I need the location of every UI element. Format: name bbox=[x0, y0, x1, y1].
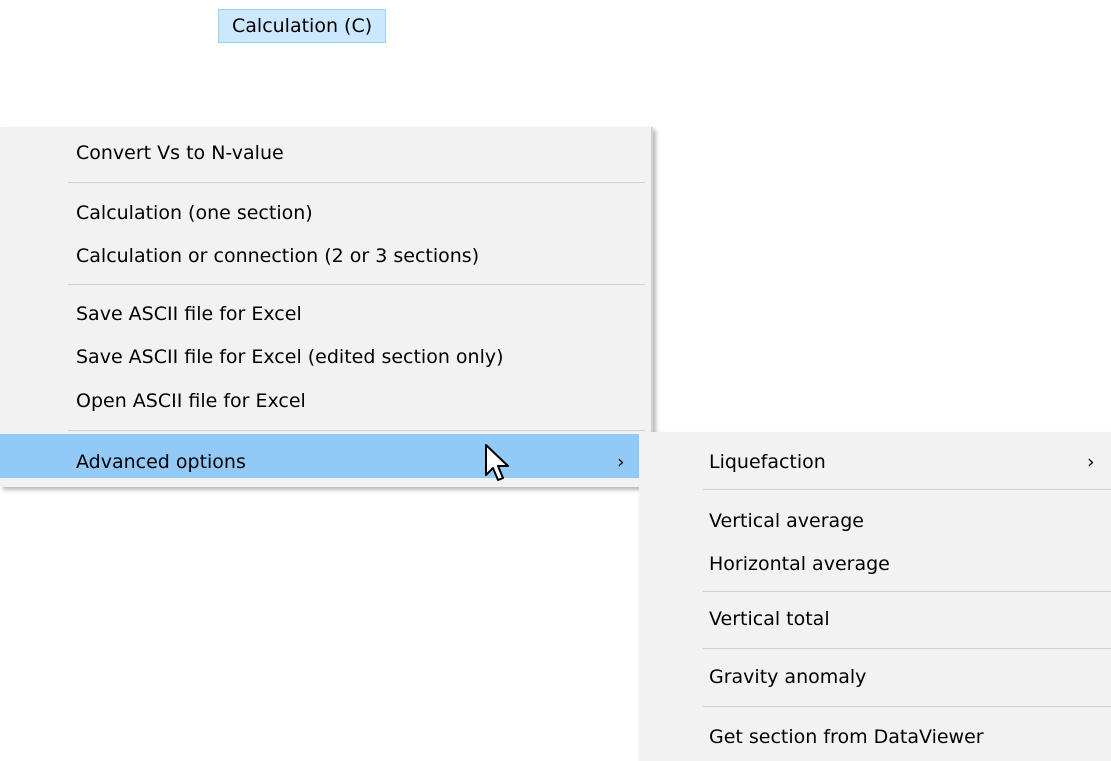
menu-item-calculation-or-connection[interactable]: Calculation or connection (2 or 3 sectio… bbox=[0, 239, 651, 273]
menu-item-label: Gravity anomaly bbox=[709, 666, 867, 688]
calculation-dropdown-menu: Convert Vs to N-value Calculation (one s… bbox=[0, 127, 653, 487]
menu-item-label: Calculation or connection (2 or 3 sectio… bbox=[76, 245, 480, 267]
menu-item-label: Advanced options bbox=[76, 451, 246, 473]
menu-item-vertical-total[interactable]: Vertical total bbox=[639, 602, 1111, 636]
menu-separator bbox=[703, 489, 1111, 490]
chevron-right-icon: › bbox=[1087, 451, 1095, 473]
menu-item-save-ascii-file[interactable]: Save ASCII file for Excel bbox=[0, 297, 651, 331]
menu-item-gravity-anomaly[interactable]: Gravity anomaly bbox=[639, 660, 1111, 694]
chevron-right-icon: › bbox=[617, 451, 625, 473]
menu-separator bbox=[703, 648, 1111, 649]
menu-item-horizontal-average[interactable]: Horizontal average bbox=[639, 547, 1111, 581]
menu-separator bbox=[703, 706, 1111, 707]
menu-item-label: Save ASCII file for Excel bbox=[76, 303, 302, 325]
menu-item-label: Convert Vs to N-value bbox=[76, 142, 284, 164]
menu-separator bbox=[68, 430, 645, 431]
menu-item-liquefaction[interactable]: Liquefaction › bbox=[639, 445, 1111, 479]
menu-item-label: Horizontal average bbox=[709, 553, 890, 575]
menu-item-get-section-from-dataviewer[interactable]: Get section from DataViewer bbox=[639, 720, 1111, 754]
menu-item-save-ascii-edited-section[interactable]: Save ASCII file for Excel (edited sectio… bbox=[0, 340, 651, 374]
mouse-pointer-icon bbox=[485, 444, 509, 481]
menu-item-convert-vs-to-n-value[interactable]: Convert Vs to N-value bbox=[0, 136, 651, 170]
menu-item-label: Save ASCII file for Excel (edited sectio… bbox=[76, 346, 504, 368]
menu-separator bbox=[703, 591, 1111, 592]
screen: Calculation (C) Convert Vs to N-value Ca… bbox=[0, 0, 1111, 761]
menu-item-label: Open ASCII file for Excel bbox=[76, 390, 306, 412]
menu-item-calculation-one-section[interactable]: Calculation (one section) bbox=[0, 196, 651, 230]
menu-calculation[interactable]: Calculation (C) bbox=[218, 9, 387, 43]
menu-item-label: Get section from DataViewer bbox=[709, 726, 984, 748]
menu-item-label: Vertical average bbox=[709, 510, 864, 532]
menu-item-label: Liquefaction bbox=[709, 451, 826, 473]
menu-separator bbox=[68, 182, 645, 183]
advanced-options-submenu: Liquefaction › Vertical average Horizont… bbox=[639, 432, 1111, 761]
menu-item-vertical-average[interactable]: Vertical average bbox=[639, 504, 1111, 538]
menu-separator bbox=[68, 284, 645, 285]
menu-item-label: Calculation (one section) bbox=[76, 202, 313, 224]
menu-item-open-ascii-file[interactable]: Open ASCII file for Excel bbox=[0, 384, 651, 418]
menu-item-advanced-options[interactable]: Advanced options › bbox=[0, 434, 651, 478]
menu-item-label: Vertical total bbox=[709, 608, 830, 630]
